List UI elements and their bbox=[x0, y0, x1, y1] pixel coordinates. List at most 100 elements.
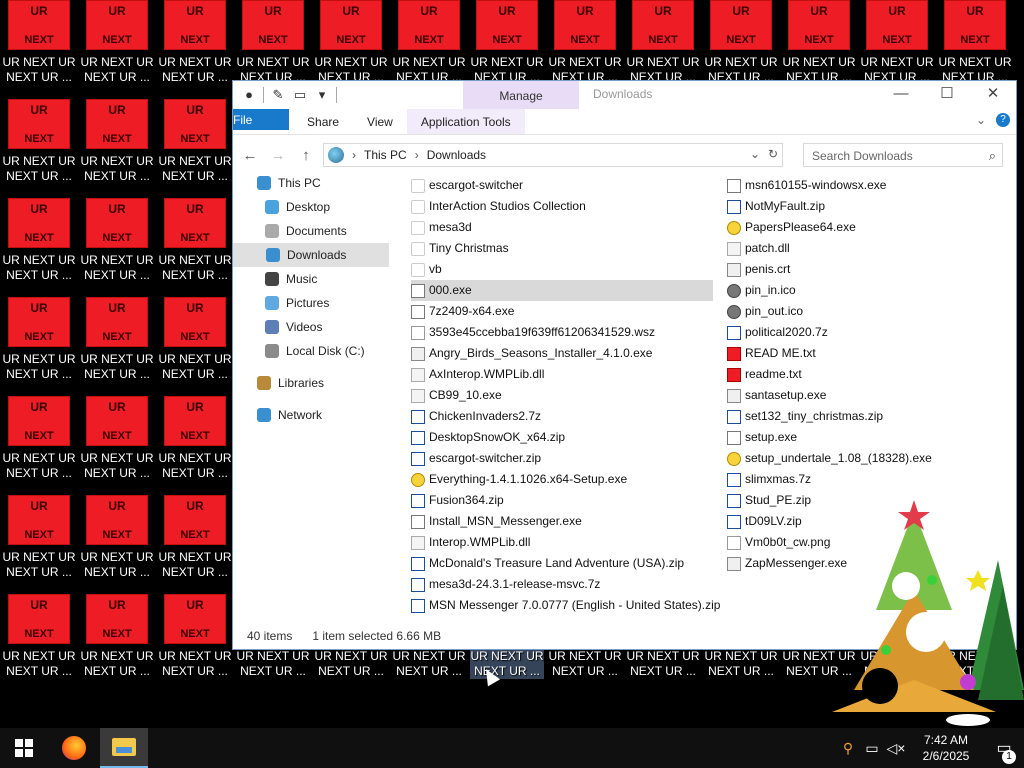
file-item[interactable]: CB99_10.exe bbox=[411, 385, 502, 406]
desktop-icon[interactable]: URNEXTUR NEXT URNEXT UR ... bbox=[782, 0, 856, 88]
desktop-icon[interactable]: URNEXTUR NEXT URNEXT UR ... bbox=[80, 91, 154, 187]
desktop-icon[interactable]: URNEXTUR NEXT URNEXT UR ... bbox=[2, 487, 76, 583]
desktop-icon[interactable]: URNEXTUR NEXT URNEXT UR ... bbox=[158, 388, 232, 484]
desktop-icon[interactable]: URNEXTUR NEXT URNEXT UR ... bbox=[236, 0, 310, 88]
file-item[interactable]: Interop.WMPLib.dll bbox=[411, 532, 530, 553]
file-item[interactable]: MSN Messenger 7.0.0777 (English - United… bbox=[411, 595, 720, 616]
tab-file[interactable]: File bbox=[233, 109, 289, 130]
network-icon[interactable]: ▭ bbox=[860, 740, 884, 757]
file-item[interactable]: set132_tiny_christmas.zip bbox=[727, 406, 883, 427]
file-item[interactable]: Install_MSN_Messenger.exe bbox=[411, 511, 582, 532]
desktop-icon[interactable]: URNEXTUR NEXT URNEXT UR ... bbox=[860, 0, 934, 88]
expand-ribbon-icon[interactable]: ⌄ bbox=[976, 113, 986, 127]
sidebar-item-network[interactable]: Network bbox=[257, 403, 322, 427]
help-icon[interactable]: ? bbox=[996, 113, 1010, 127]
back-button[interactable]: ← bbox=[239, 147, 261, 164]
sidebar-item-music[interactable]: Music bbox=[265, 267, 317, 291]
sidebar-item-desktop[interactable]: Desktop bbox=[265, 195, 330, 219]
desktop-icon[interactable]: URNEXTUR NEXT URNEXT UR ... bbox=[2, 388, 76, 484]
file-item[interactable]: NotMyFault.zip bbox=[727, 196, 825, 217]
file-item[interactable]: Angry_Birds_Seasons_Installer_4.1.0.exe bbox=[411, 343, 652, 364]
file-item[interactable]: Fusion364.zip bbox=[411, 490, 504, 511]
desktop-icon[interactable]: URNEXTUR NEXT URNEXT UR ... bbox=[80, 388, 154, 484]
chevron-right-icon[interactable]: › bbox=[352, 148, 356, 162]
breadcrumb-downloads[interactable]: Downloads bbox=[427, 148, 486, 162]
file-item[interactable]: patch.dll bbox=[727, 238, 790, 259]
desktop-icon[interactable]: URNEXTUR NEXT URNEXT UR ... bbox=[158, 586, 232, 682]
minimize-button[interactable]: — bbox=[878, 81, 924, 109]
file-item[interactable]: pin_in.ico bbox=[727, 280, 796, 301]
file-item[interactable]: ChickenInvaders2.7z bbox=[411, 406, 541, 427]
file-item[interactable]: 3593e45ccebba19f639ff61206341529.wsz bbox=[411, 322, 655, 343]
file-item[interactable]: McDonald's Treasure Land Adventure (USA)… bbox=[411, 553, 684, 574]
sidebar-item-downloads[interactable]: Downloads bbox=[233, 243, 389, 267]
desktop-icon[interactable]: URNEXTUR NEXT URNEXT UR ... bbox=[2, 91, 76, 187]
desktop-icon[interactable]: URNEXTUR NEXT URNEXT UR ... bbox=[2, 586, 76, 682]
file-item[interactable]: Vm0b0t_cw.png bbox=[727, 532, 830, 553]
action-center-button[interactable]: ▭ 1 bbox=[984, 738, 1024, 764]
breadcrumb-this-pc[interactable]: This PC bbox=[364, 148, 407, 162]
desktop-icon[interactable]: URNEXTUR NEXT URNEXT UR ... bbox=[80, 289, 154, 385]
search-input[interactable]: Search Downloads ⌕ bbox=[803, 143, 1003, 167]
everything-search-tray-icon[interactable]: ⚲ bbox=[836, 740, 860, 757]
new-folder-icon[interactable]: ▭ bbox=[292, 87, 308, 103]
desktop-icon[interactable]: URNEXTUR NEXT URNEXT UR ... bbox=[158, 0, 232, 88]
tab-application-tools[interactable]: Application Tools bbox=[406, 109, 525, 134]
title-bar[interactable]: ● ✎ ▭ ▾ Manage Downloads — ☐ ✕ bbox=[233, 81, 1016, 109]
maximize-button[interactable]: ☐ bbox=[924, 81, 970, 109]
desktop-icon[interactable]: URNEXTUR NEXT URNEXT UR ... bbox=[158, 289, 232, 385]
desktop-icon[interactable]: URNEXTUR NEXT URNEXT UR ... bbox=[80, 190, 154, 286]
file-item[interactable]: PapersPlease64.exe bbox=[727, 217, 856, 238]
file-item[interactable]: vb bbox=[411, 259, 442, 280]
file-item[interactable]: santasetup.exe bbox=[727, 385, 826, 406]
file-item[interactable]: msn610155-windowsx.exe bbox=[727, 175, 886, 196]
file-item[interactable]: mesa3d bbox=[411, 217, 472, 238]
taskbar-file-explorer[interactable] bbox=[100, 728, 148, 768]
desktop-icon[interactable]: URNEXTUR NEXT URNEXT UR ... bbox=[80, 0, 154, 88]
sidebar-item-videos[interactable]: Videos bbox=[265, 315, 322, 339]
file-item[interactable]: escargot-switcher.zip bbox=[411, 448, 541, 469]
tab-view[interactable]: View bbox=[353, 109, 407, 134]
desktop-icon[interactable]: URNEXTUR NEXT URNEXT UR ... bbox=[704, 0, 778, 88]
start-button[interactable] bbox=[0, 728, 48, 768]
desktop-icon[interactable]: URNEXTUR NEXT URNEXT UR ... bbox=[392, 0, 466, 88]
sidebar-item-documents[interactable]: Documents bbox=[265, 219, 347, 243]
desktop-icon[interactable]: URNEXTUR NEXT URNEXT UR ... bbox=[2, 190, 76, 286]
refresh-icon[interactable]: ↻ bbox=[768, 147, 778, 161]
sidebar-item-pictures[interactable]: Pictures bbox=[265, 291, 329, 315]
desktop-icon[interactable]: URNEXTUR NEXT URNEXT UR ... bbox=[158, 487, 232, 583]
address-dropdown-icon[interactable]: ⌄ bbox=[750, 147, 760, 161]
tab-share[interactable]: Share bbox=[293, 109, 353, 134]
chevron-right-icon[interactable]: › bbox=[415, 148, 419, 162]
file-item[interactable]: pin_out.ico bbox=[727, 301, 803, 322]
sidebar-item-libraries[interactable]: Libraries bbox=[257, 371, 324, 395]
file-item[interactable]: mesa3d-24.3.1-release-msvc.7z bbox=[411, 574, 600, 595]
up-button[interactable]: ↑ bbox=[295, 147, 317, 164]
desktop-icon[interactable]: URNEXTUR NEXT URNEXT UR ... bbox=[158, 91, 232, 187]
address-bar[interactable]: › This PC › Downloads ⌄ ↻ bbox=[323, 143, 783, 167]
file-item[interactable]: 000.exe bbox=[411, 280, 713, 301]
clock[interactable]: 7:42 AM 2/6/2025 bbox=[908, 732, 984, 764]
file-item[interactable]: DesktopSnowOK_x64.zip bbox=[411, 427, 565, 448]
desktop-icon[interactable]: URNEXTUR NEXT URNEXT UR ... bbox=[80, 586, 154, 682]
desktop-icon[interactable]: URNEXTUR NEXT URNEXT UR ... bbox=[80, 487, 154, 583]
file-item[interactable]: readme.txt bbox=[727, 364, 802, 385]
sidebar-item-this-pc[interactable]: This PC bbox=[257, 171, 321, 195]
volume-muted-icon[interactable]: ◁× bbox=[884, 740, 908, 757]
manage-context-tab[interactable]: Manage bbox=[463, 81, 579, 109]
file-item[interactable]: Everything-1.4.1.1026.x64-Setup.exe bbox=[411, 469, 627, 490]
desktop-icon[interactable]: URNEXTUR NEXT URNEXT UR ... bbox=[2, 289, 76, 385]
file-item[interactable]: political2020.7z bbox=[727, 322, 828, 343]
file-item[interactable]: escargot-switcher bbox=[411, 175, 523, 196]
file-item[interactable]: penis.crt bbox=[727, 259, 790, 280]
file-item[interactable]: READ ME.txt bbox=[727, 343, 816, 364]
desktop-icon[interactable]: URNEXTUR NEXT URNEXT UR ... bbox=[158, 190, 232, 286]
file-item[interactable]: tD09LV.zip bbox=[727, 511, 802, 532]
desktop-icon[interactable]: URNEXTUR NEXT URNEXT UR ... bbox=[938, 0, 1012, 88]
file-item[interactable]: 7z2409-x64.exe bbox=[411, 301, 514, 322]
forward-button[interactable]: → bbox=[267, 147, 289, 164]
properties-icon[interactable]: ✎ bbox=[270, 87, 286, 103]
file-item[interactable]: setup.exe bbox=[727, 427, 797, 448]
file-item[interactable]: Tiny Christmas bbox=[411, 238, 509, 259]
desktop-icon[interactable]: URNEXTUR NEXT URNEXT UR ... bbox=[548, 0, 622, 88]
